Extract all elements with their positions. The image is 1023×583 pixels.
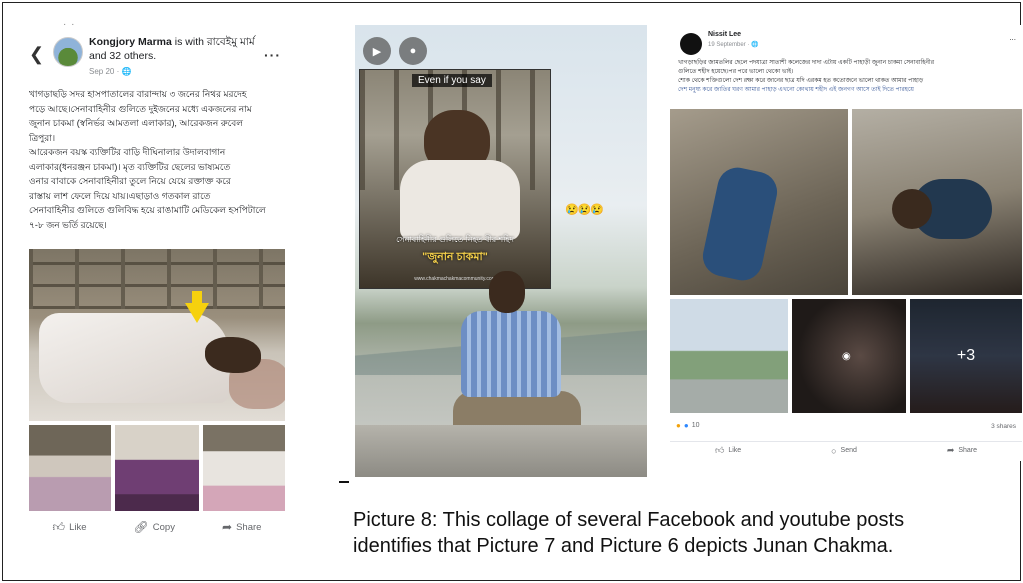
post-text-line: ৭-৮ জন ভর্তি রয়েছে। <box>29 219 107 230</box>
like-button[interactable]: 👍︎ Like <box>715 444 741 457</box>
action-bar: 👍︎ Like ○ Send ➦ Share <box>670 441 1022 457</box>
photo-face <box>892 189 932 229</box>
photo-grid: ◉ +3 <box>670 109 1022 413</box>
caption-dash <box>339 481 349 483</box>
back-arrow-icon[interactable]: ❮ <box>29 45 44 63</box>
post-text-line: দেশ মনুষ্য করে জাতির ঘরণ আমার পাহাড় এখন… <box>678 87 914 93</box>
photo-body <box>699 163 781 285</box>
like-reaction-icon: ● <box>683 421 689 430</box>
post-text: খাগড়াছড়ি সদর হাসপাতালের বারান্দায় ৩ জ… <box>29 87 281 232</box>
post-text-line: আরেকজন বয়স্ক ব্যক্তিটির বাড়ি দীঘিনালার… <box>29 147 226 157</box>
photo-thumbnails <box>29 425 285 511</box>
person-head <box>489 271 525 313</box>
photo-railing <box>29 249 285 309</box>
send-label: Send <box>840 447 857 454</box>
photo-thumbnail[interactable] <box>203 425 285 511</box>
share-label: Share <box>236 521 262 533</box>
author-line: Kongjory Marma is with রাবেইমু মার্ম and… <box>89 35 257 63</box>
more-options-icon[interactable]: ··· <box>264 47 281 63</box>
caption-line: Picture 8: This collage of several Faceb… <box>353 509 905 531</box>
thumbs-up-icon: 👍︎ <box>52 519 66 534</box>
photo-tile[interactable]: ◉ <box>792 299 906 413</box>
send-button[interactable]: ○ Send <box>831 444 857 457</box>
post-text-line: শোক থেকে শক্তিগুলো দেশ রক্ষা করে জানের ছ… <box>678 78 924 84</box>
inset-caption-small: সেনাবাহিনীর গুলিতে নিহত বীর শহিদ <box>396 235 514 244</box>
post-header: ❮ Kongjory Marma is with রাবেইমু মার্ম a… <box>23 31 285 75</box>
caption-line: identifies that Picture 7 and Picture 6 … <box>353 535 894 557</box>
photo-thumbnail[interactable] <box>29 425 111 511</box>
author-name[interactable]: Kongjory Marma <box>89 36 172 48</box>
post-date: Sep 20 · 🌐 <box>89 67 132 76</box>
inset-sheet <box>400 160 520 240</box>
post-text-line: খাগড়াছড়ির জামতলির ছেলে পদযাত্রা সাতাশী… <box>678 60 935 66</box>
volume-icon: ● <box>409 45 417 57</box>
photo-thumbnail[interactable] <box>115 425 199 511</box>
copy-button[interactable]: 🔗︎ Copy <box>134 517 175 537</box>
rock-ground <box>355 425 647 477</box>
inset-image: Even if you say সেনাবাহিনীর গুলিতে নিহত … <box>359 69 551 289</box>
link-icon: 🔗︎ <box>133 520 149 534</box>
post-text-line: এলাকার(ধনরঞ্জন চাকমা)। মৃত ব্যক্তিটির ছে… <box>29 161 231 172</box>
play-icon: ▶ <box>372 45 382 58</box>
post-text-line: জুনান চাকমা (স্বনির্ভর আমতলা এলাকার), আর… <box>29 118 243 128</box>
share-arrow-icon: ➦ <box>222 520 233 534</box>
right-facebook-post: Nissit Lee 19 September · 🌐 ... খাগড়াছড… <box>670 25 1022 461</box>
photo-face <box>205 337 261 373</box>
share-button[interactable]: ➦ Share <box>947 444 977 457</box>
thumbs-up-icon: 👍︎ <box>714 445 725 455</box>
post-text-line: ওনার বাবাকে সেনাবাহিনীরা তুলে নিয়ে যেয়… <box>29 176 231 186</box>
top-dots: · · <box>63 19 76 30</box>
avatar[interactable] <box>680 33 702 55</box>
inset-top-text: Even if you say <box>412 74 492 87</box>
left-facebook-post: · · ❮ Kongjory Marma is with রাবেইমু মার… <box>23 17 285 545</box>
like-label: Like <box>69 521 87 533</box>
photo-tile[interactable] <box>670 109 848 295</box>
volume-button[interactable]: ● <box>399 37 427 65</box>
post-text-line: গুলিতে শহীদ হয়েছে।পর পরে ভালো থেকো ভাই। <box>678 69 794 75</box>
inset-caption-name: "জুনান চাকমা" <box>422 251 488 263</box>
crying-emoji-row: 😢😢😢 <box>565 204 604 216</box>
action-bar: 👍︎ Like 🔗︎ Copy ➦ Share <box>29 517 285 537</box>
figure-caption: Picture 8: This collage of several Faceb… <box>353 507 1021 559</box>
more-photos-count[interactable]: +3 <box>910 299 1022 413</box>
yellow-arrow-icon <box>185 303 209 323</box>
main-photo[interactable] <box>29 249 285 421</box>
collage-frame: · · ❮ Kongjory Marma is with রাবেইমু মার… <box>2 2 1022 581</box>
haha-reaction-icon: ● <box>676 421 681 430</box>
messenger-icon: ○ <box>831 445 837 456</box>
post-date: 19 September · 🌐 <box>708 42 759 48</box>
like-label: Like <box>728 447 742 454</box>
person-shirt <box>461 311 561 397</box>
eye-icon: ◉ <box>842 351 851 362</box>
copy-label: Copy <box>152 521 175 533</box>
post-text-line: পড়ে আছে।সেনাবাহিনীর গুলিতে দুইজনের মধ্য… <box>29 103 252 114</box>
share-arrow-icon: ➦ <box>946 445 955 455</box>
photo-sheet <box>39 313 229 403</box>
photo-tile[interactable]: +3 <box>910 299 1022 413</box>
post-text-line: ত্রিপুরা। <box>29 132 56 143</box>
photo-tile[interactable] <box>852 109 1022 295</box>
author-name[interactable]: Nissit Lee <box>708 31 741 38</box>
reaction-summary[interactable]: ● ● 10 <box>676 421 699 430</box>
play-button[interactable]: ▶ <box>363 37 391 65</box>
post-text: খাগড়াছড়ির জামতলির ছেলে পদযাত্রা সাতাশী… <box>678 59 1016 95</box>
like-button[interactable]: 👍︎ Like <box>53 517 87 537</box>
reaction-count: 10 <box>691 422 700 429</box>
shares-count[interactable]: 3 shares <box>991 423 1016 430</box>
youtube-video[interactable]: ▶ ● Even if you say সেনাবাহিনীর গুলিতে ন… <box>355 25 647 477</box>
photo-tile[interactable] <box>670 299 788 413</box>
share-label: Share <box>958 447 978 454</box>
more-options-icon[interactable]: ... <box>1009 33 1016 42</box>
post-text-line: সেনাবাহিনীর গুলিতে গুলিবিদ্ধ হয়ে রাঙামা… <box>29 205 266 215</box>
share-button[interactable]: ➦ Share <box>222 517 261 537</box>
post-text-line: রাস্তায় লাশ ফেলে দিয়ে যায়।এছাড়াও গতক… <box>29 190 211 201</box>
post-text-line: খাগড়াছড়ি সদর হাসপাতালের বারান্দায় ৩ জ… <box>29 89 247 99</box>
avatar[interactable] <box>53 37 83 67</box>
